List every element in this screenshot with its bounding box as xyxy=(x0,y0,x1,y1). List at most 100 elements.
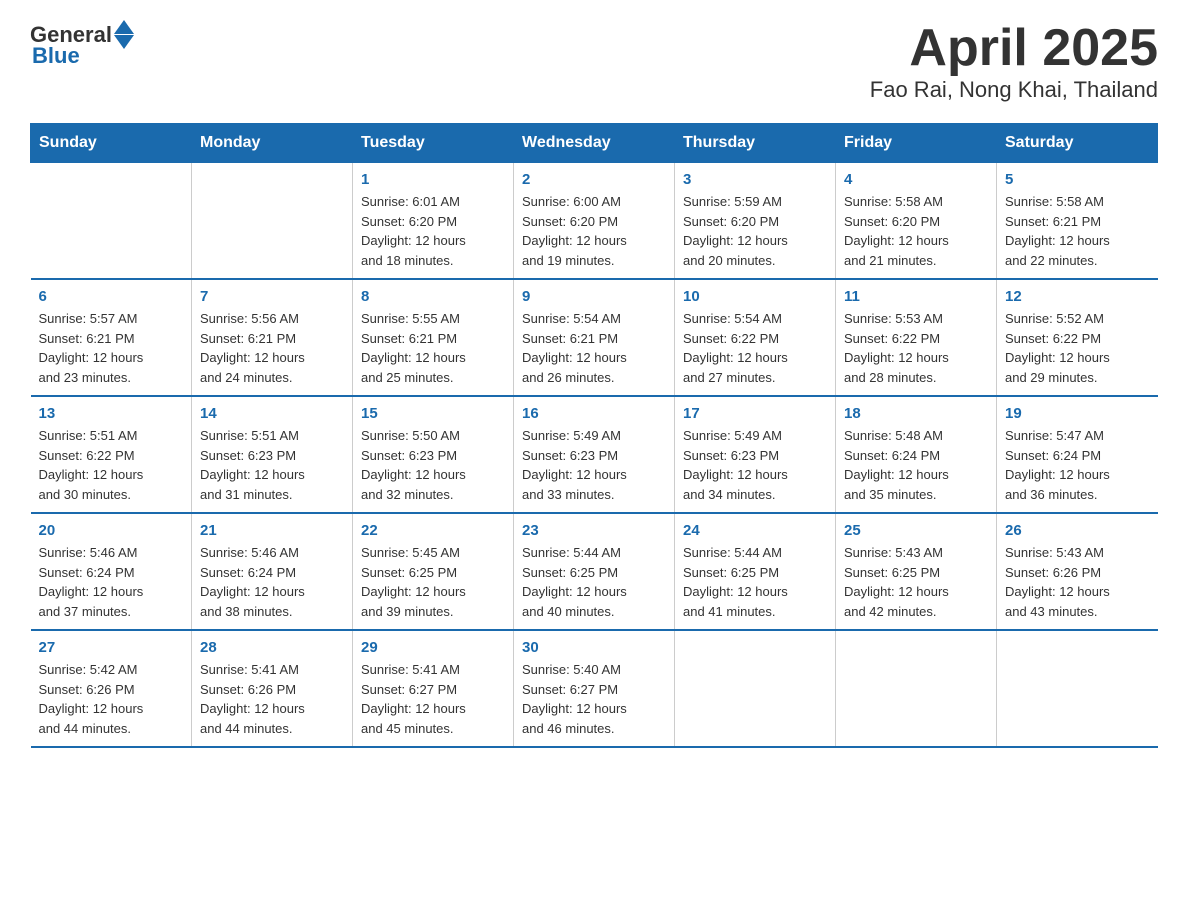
day-number: 8 xyxy=(361,288,505,305)
day-number: 10 xyxy=(683,288,827,305)
calendar-week-row: 20 Sunrise: 5:46 AM Sunset: 6:24 PM Dayli… xyxy=(31,513,1158,630)
day-number: 2 xyxy=(522,171,666,188)
calendar-cell: 22Sunrise: 5:45 AM Sunset: 6:25 PM Dayli… xyxy=(353,513,514,630)
day-info: Sunrise: 5:40 AM Sunset: 6:27 PM Dayligh… xyxy=(522,660,666,738)
day-number: 7 xyxy=(200,288,344,305)
calendar-cell: 2 Sunrise: 6:00 AM Sunset: 6:20 PM Daylig… xyxy=(514,163,675,280)
day-number: 13 xyxy=(39,405,184,422)
day-info: Sunrise: 5:42 AM Sunset: 6:26 PM Dayligh… xyxy=(39,660,184,738)
day-number: 27 xyxy=(39,639,184,656)
calendar-cell: 17Sunrise: 5:49 AM Sunset: 6:23 PM Dayli… xyxy=(675,396,836,513)
day-info: Sunrise: 5:41 AM Sunset: 6:27 PM Dayligh… xyxy=(361,660,505,738)
day-info: Sunrise: 5:58 AM Sunset: 6:20 PM Dayligh… xyxy=(844,192,988,270)
calendar-cell xyxy=(836,630,997,747)
logo-blue-text: Blue xyxy=(32,43,80,69)
day-number: 26 xyxy=(1005,522,1150,539)
calendar-week-row: 13 Sunrise: 5:51 AM Sunset: 6:22 PM Dayli… xyxy=(31,396,1158,513)
calendar-cell: 11 Sunrise: 5:53 AM Sunset: 6:22 PM Dayli… xyxy=(836,279,997,396)
day-info: Sunrise: 5:47 AM Sunset: 6:24 PM Dayligh… xyxy=(1005,426,1150,504)
day-number: 1 xyxy=(361,171,505,188)
calendar-cell: 16 Sunrise: 5:49 AM Sunset: 6:23 PM Dayli… xyxy=(514,396,675,513)
calendar-cell: 15 Sunrise: 5:50 AM Sunset: 6:23 PM Dayli… xyxy=(353,396,514,513)
calendar-cell xyxy=(192,163,353,280)
day-number: 15 xyxy=(361,405,505,422)
day-number: 21 xyxy=(200,522,344,539)
calendar-week-row: 6Sunrise: 5:57 AM Sunset: 6:21 PM Daylig… xyxy=(31,279,1158,396)
calendar-cell: 25 Sunrise: 5:43 AM Sunset: 6:25 PM Dayli… xyxy=(836,513,997,630)
logo-triangle-down xyxy=(114,35,134,49)
day-info: Sunrise: 5:54 AM Sunset: 6:22 PM Dayligh… xyxy=(683,309,827,387)
day-info: Sunrise: 5:41 AM Sunset: 6:26 PM Dayligh… xyxy=(200,660,344,738)
calendar-cell xyxy=(675,630,836,747)
day-number: 16 xyxy=(522,405,666,422)
day-number: 14 xyxy=(200,405,344,422)
header-monday: Monday xyxy=(192,124,353,163)
calendar-cell: 5 Sunrise: 5:58 AM Sunset: 6:21 PM Daylig… xyxy=(997,163,1158,280)
page-subtitle: Fao Rai, Nong Khai, Thailand xyxy=(870,77,1158,103)
day-info: Sunrise: 5:54 AM Sunset: 6:21 PM Dayligh… xyxy=(522,309,666,387)
calendar-cell: 23 Sunrise: 5:44 AM Sunset: 6:25 PM Dayli… xyxy=(514,513,675,630)
day-info: Sunrise: 5:46 AM Sunset: 6:24 PM Dayligh… xyxy=(39,543,184,621)
day-number: 28 xyxy=(200,639,344,656)
calendar-header-row: SundayMondayTuesdayWednesdayThursdayFrid… xyxy=(31,124,1158,163)
day-info: Sunrise: 5:50 AM Sunset: 6:23 PM Dayligh… xyxy=(361,426,505,504)
day-info: Sunrise: 5:53 AM Sunset: 6:22 PM Dayligh… xyxy=(844,309,988,387)
calendar-cell: 29Sunrise: 5:41 AM Sunset: 6:27 PM Dayli… xyxy=(353,630,514,747)
calendar-week-row: 27 Sunrise: 5:42 AM Sunset: 6:26 PM Dayli… xyxy=(31,630,1158,747)
day-number: 20 xyxy=(39,522,184,539)
header-thursday: Thursday xyxy=(675,124,836,163)
header-friday: Friday xyxy=(836,124,997,163)
day-info: Sunrise: 5:49 AM Sunset: 6:23 PM Dayligh… xyxy=(522,426,666,504)
day-info: Sunrise: 5:44 AM Sunset: 6:25 PM Dayligh… xyxy=(522,543,666,621)
day-info: Sunrise: 5:59 AM Sunset: 6:20 PM Dayligh… xyxy=(683,192,827,270)
day-number: 12 xyxy=(1005,288,1150,305)
day-number: 5 xyxy=(1005,171,1150,188)
calendar-cell: 28 Sunrise: 5:41 AM Sunset: 6:26 PM Dayli… xyxy=(192,630,353,747)
day-number: 11 xyxy=(844,288,988,305)
day-info: Sunrise: 5:58 AM Sunset: 6:21 PM Dayligh… xyxy=(1005,192,1150,270)
day-number: 22 xyxy=(361,522,505,539)
day-number: 30 xyxy=(522,639,666,656)
calendar-cell: 1Sunrise: 6:01 AM Sunset: 6:20 PM Daylig… xyxy=(353,163,514,280)
day-number: 19 xyxy=(1005,405,1150,422)
day-number: 18 xyxy=(844,405,988,422)
calendar-table: SundayMondayTuesdayWednesdayThursdayFrid… xyxy=(30,123,1158,748)
day-info: Sunrise: 5:49 AM Sunset: 6:23 PM Dayligh… xyxy=(683,426,827,504)
page-header: General Blue April 2025 Fao Rai, Nong Kh… xyxy=(30,20,1158,103)
logo: General Blue xyxy=(30,20,134,69)
calendar-cell: 27 Sunrise: 5:42 AM Sunset: 6:26 PM Dayli… xyxy=(31,630,192,747)
day-info: Sunrise: 6:00 AM Sunset: 6:20 PM Dayligh… xyxy=(522,192,666,270)
day-info: Sunrise: 5:43 AM Sunset: 6:26 PM Dayligh… xyxy=(1005,543,1150,621)
calendar-cell: 26 Sunrise: 5:43 AM Sunset: 6:26 PM Dayli… xyxy=(997,513,1158,630)
header-sunday: Sunday xyxy=(31,124,192,163)
day-number: 6 xyxy=(39,288,184,305)
day-info: Sunrise: 5:55 AM Sunset: 6:21 PM Dayligh… xyxy=(361,309,505,387)
calendar-cell: 30 Sunrise: 5:40 AM Sunset: 6:27 PM Dayli… xyxy=(514,630,675,747)
calendar-cell: 24 Sunrise: 5:44 AM Sunset: 6:25 PM Dayli… xyxy=(675,513,836,630)
calendar-cell: 13 Sunrise: 5:51 AM Sunset: 6:22 PM Dayli… xyxy=(31,396,192,513)
logo-block: General Blue xyxy=(30,20,134,69)
day-number: 4 xyxy=(844,171,988,188)
title-block: April 2025 Fao Rai, Nong Khai, Thailand xyxy=(870,20,1158,103)
day-number: 25 xyxy=(844,522,988,539)
calendar-cell: 18Sunrise: 5:48 AM Sunset: 6:24 PM Dayli… xyxy=(836,396,997,513)
calendar-cell: 21Sunrise: 5:46 AM Sunset: 6:24 PM Dayli… xyxy=(192,513,353,630)
header-tuesday: Tuesday xyxy=(353,124,514,163)
day-number: 23 xyxy=(522,522,666,539)
day-number: 24 xyxy=(683,522,827,539)
logo-triangle-up xyxy=(114,20,134,34)
calendar-cell: 14 Sunrise: 5:51 AM Sunset: 6:23 PM Dayli… xyxy=(192,396,353,513)
header-saturday: Saturday xyxy=(997,124,1158,163)
calendar-cell: 4 Sunrise: 5:58 AM Sunset: 6:20 PM Daylig… xyxy=(836,163,997,280)
calendar-cell: 9 Sunrise: 5:54 AM Sunset: 6:21 PM Daylig… xyxy=(514,279,675,396)
day-info: Sunrise: 5:56 AM Sunset: 6:21 PM Dayligh… xyxy=(200,309,344,387)
day-info: Sunrise: 5:51 AM Sunset: 6:22 PM Dayligh… xyxy=(39,426,184,504)
day-info: Sunrise: 5:52 AM Sunset: 6:22 PM Dayligh… xyxy=(1005,309,1150,387)
day-number: 3 xyxy=(683,171,827,188)
day-number: 9 xyxy=(522,288,666,305)
day-info: Sunrise: 5:43 AM Sunset: 6:25 PM Dayligh… xyxy=(844,543,988,621)
page-title: April 2025 xyxy=(870,20,1158,77)
day-info: Sunrise: 5:51 AM Sunset: 6:23 PM Dayligh… xyxy=(200,426,344,504)
day-info: Sunrise: 5:44 AM Sunset: 6:25 PM Dayligh… xyxy=(683,543,827,621)
calendar-cell: 8 Sunrise: 5:55 AM Sunset: 6:21 PM Daylig… xyxy=(353,279,514,396)
